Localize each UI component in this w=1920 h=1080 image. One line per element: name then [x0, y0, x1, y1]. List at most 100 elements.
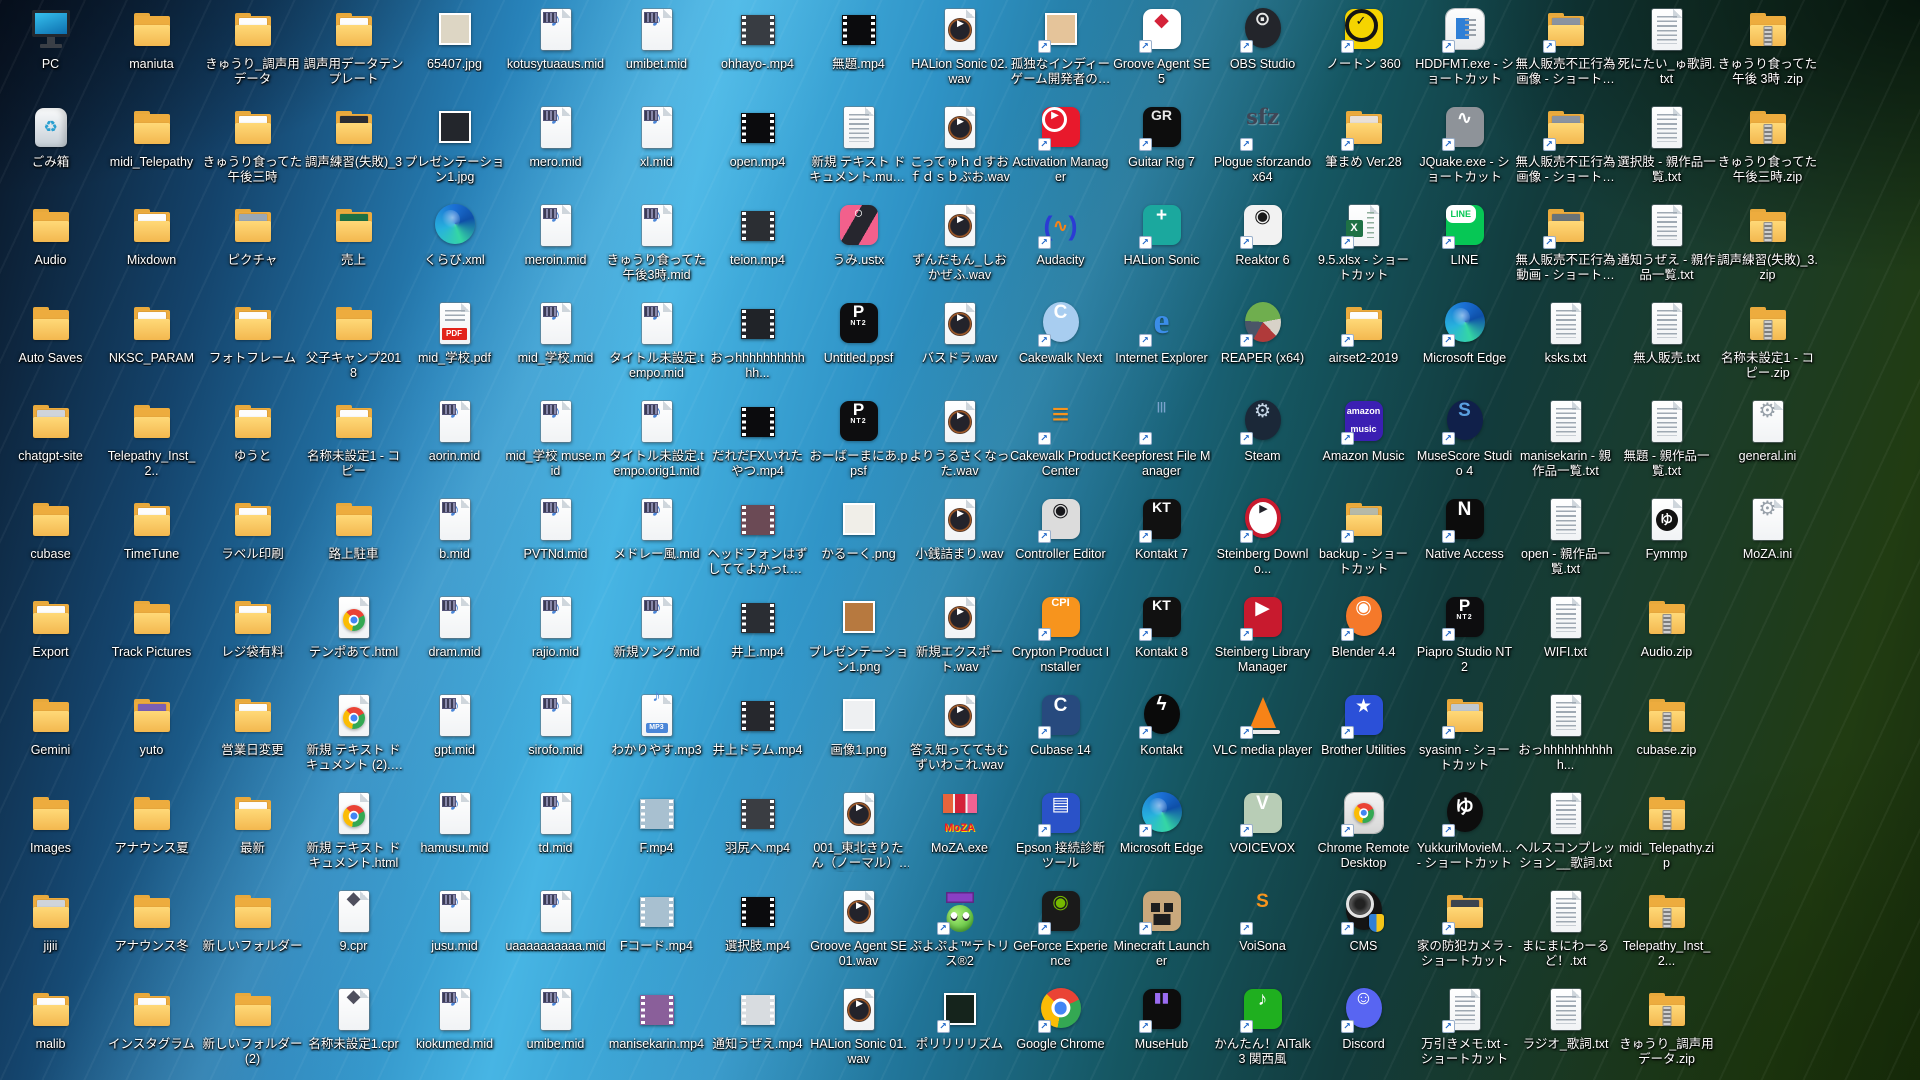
desktop-icon[interactable]: Mixdown: [101, 202, 202, 298]
desktop-icon[interactable]: きゅうり食ってた午後 3時 .zip: [1717, 6, 1818, 102]
desktop-icon[interactable]: ↗CMS: [1313, 888, 1414, 984]
desktop-icon[interactable]: ♪MP3わかりやす.mp3: [606, 692, 707, 788]
desktop-icon[interactable]: 新規 テキスト ドキュメント.html: [303, 790, 404, 886]
desktop-icon[interactable]: アナウンス冬: [101, 888, 202, 984]
desktop-icon[interactable]: プレゼンテーション1.jpg: [404, 104, 505, 200]
desktop-icon[interactable]: ▶ずんだもん_しおかぜふ.wav: [909, 202, 1010, 298]
desktop-icon[interactable]: Telepathy_Inst_2...: [1616, 888, 1717, 984]
desktop-icon[interactable]: GR↗Guitar Rig 7: [1111, 104, 1212, 200]
desktop-icon[interactable]: 営業日変更: [202, 692, 303, 788]
desktop-icon[interactable]: プレゼンテーション1.png: [808, 594, 909, 690]
desktop-icon[interactable]: ♻ごみ箱: [0, 104, 101, 200]
desktop-icon[interactable]: PDFmid_学校.pdf: [404, 300, 505, 396]
desktop-icon[interactable]: 無人販売.txt: [1616, 300, 1717, 396]
desktop-icon[interactable]: ゆ↗YukkuriMovieM... - ショートカット: [1414, 790, 1515, 886]
desktop-icon[interactable]: まにまにわーるど！.txt: [1515, 888, 1616, 984]
desktop-icon[interactable]: おっhhhhhhhhhhhh...: [707, 300, 808, 396]
desktop-icon[interactable]: ▶Groove Agent SE 01.wav: [808, 888, 909, 984]
desktop-icon[interactable]: Audio: [0, 202, 101, 298]
desktop-icon[interactable]: ◆9.cpr: [303, 888, 404, 984]
desktop-icon[interactable]: LINE↗LINE: [1414, 202, 1515, 298]
desktop-icon[interactable]: ♪PVTNd.mid: [505, 496, 606, 592]
desktop-icon[interactable]: N↗Native Access: [1414, 496, 1515, 592]
desktop-icon[interactable]: manisekarin - 親作品一覧.txt: [1515, 398, 1616, 494]
desktop-icon[interactable]: ▮▮↗MuseHub: [1111, 986, 1212, 1080]
desktop-icon[interactable]: CPI↗Crypton Product Installer: [1010, 594, 1111, 690]
desktop-icon[interactable]: ☺↗Discord: [1313, 986, 1414, 1080]
desktop-icon[interactable]: ▶新規エクスポート.wav: [909, 594, 1010, 690]
desktop-icon[interactable]: cubase.zip: [1616, 692, 1717, 788]
desktop-icon[interactable]: Track Pictures: [101, 594, 202, 690]
desktop-icon[interactable]: ▶↗Steinberg Library Manager: [1212, 594, 1313, 690]
desktop-icon[interactable]: Fコード.mp4: [606, 888, 707, 984]
desktop-icon[interactable]: Gemini: [0, 692, 101, 788]
desktop-icon[interactable]: きゅうり_調声用データ: [202, 6, 303, 102]
desktop-icon[interactable]: KT↗Kontakt 7: [1111, 496, 1212, 592]
desktop-icon[interactable]: NKSC_PARAM: [101, 300, 202, 396]
desktop-icon[interactable]: きゅうり食ってた午後三時.zip: [1717, 104, 1818, 200]
desktop-icon[interactable]: e↗Internet Explorer: [1111, 300, 1212, 396]
desktop-icon[interactable]: cubase: [0, 496, 101, 592]
desktop-icon[interactable]: ♪aorin.mid: [404, 398, 505, 494]
desktop-icon[interactable]: amazonmusic↗Amazon Music: [1313, 398, 1414, 494]
desktop-icon[interactable]: ヘッドフォンはずしててよかっt.mp4: [707, 496, 808, 592]
desktop-icon[interactable]: ↗無人販売不正行為 動画 - ショートカット: [1515, 202, 1616, 298]
desktop-icon[interactable]: ▶↗Activation Manager: [1010, 104, 1111, 200]
desktop-icon[interactable]: ♪きゅうり食ってた午後3時.mid: [606, 202, 707, 298]
desktop-icon[interactable]: 新しいフォルダー: [202, 888, 303, 984]
desktop-icon[interactable]: ラベル印刷: [202, 496, 303, 592]
desktop-icon[interactable]: 画像1.png: [808, 692, 909, 788]
desktop-icon[interactable]: ♪umibe.mid: [505, 986, 606, 1080]
desktop-icon[interactable]: ↗HDDFMT.exe - ショートカット: [1414, 6, 1515, 102]
desktop-icon[interactable]: open - 親作品一覧.txt: [1515, 496, 1616, 592]
desktop-icon[interactable]: ⚙↗Steam: [1212, 398, 1313, 494]
desktop-icon[interactable]: midi_Telepathy.zip: [1616, 790, 1717, 886]
desktop-icon[interactable]: ↗Microsoft Edge: [1414, 300, 1515, 396]
desktop-icon[interactable]: 新しいフォルダー (2): [202, 986, 303, 1080]
desktop-icon[interactable]: ↗家の防犯カメラ - ショートカット: [1414, 888, 1515, 984]
desktop-icon[interactable]: TimeTune: [101, 496, 202, 592]
desktop-icon[interactable]: 調声用データテンプレート: [303, 6, 404, 102]
desktop-icon[interactable]: S↗VoiSona: [1212, 888, 1313, 984]
desktop-icon[interactable]: インスタグラム: [101, 986, 202, 1080]
desktop-icon[interactable]: ▶001_東北きりたん（ノーマル）_今じゃ...: [808, 790, 909, 886]
desktop-icon[interactable]: だれだFXいれたやつ.mp4: [707, 398, 808, 494]
desktop-icon[interactable]: +↗HALion Sonic: [1111, 202, 1212, 298]
desktop-icon[interactable]: 調声練習(失敗)_3.zip: [1717, 202, 1818, 298]
desktop-icon[interactable]: ◉↗Controller Editor: [1010, 496, 1111, 592]
desktop-icon[interactable]: ▤↗Epson 接続診断ツール: [1010, 790, 1111, 886]
desktop-icon[interactable]: ⚙general.ini: [1717, 398, 1818, 494]
desktop-icon[interactable]: ↗ぷよぷよ™テトリス®2: [909, 888, 1010, 984]
desktop-icon[interactable]: Auto Saves: [0, 300, 101, 396]
desktop-icon[interactable]: ▶HALion Sonic 01.wav: [808, 986, 909, 1080]
desktop-icon[interactable]: ★↗Brother Utilities: [1313, 692, 1414, 788]
desktop-icon[interactable]: ヘルスコンプレッション__歌詞.txt: [1515, 790, 1616, 886]
desktop-icon[interactable]: ohhayo-.mp4: [707, 6, 808, 102]
desktop-icon[interactable]: ↗無人販売不正行為 画像 - ショートカッ...: [1515, 6, 1616, 102]
desktop-icon[interactable]: ゆFymmp: [1616, 496, 1717, 592]
desktop-icon[interactable]: maniuta: [101, 6, 202, 102]
desktop-icon[interactable]: yuto: [101, 692, 202, 788]
desktop-icon[interactable]: 新規 テキスト ドキュメント (2).html: [303, 692, 404, 788]
desktop-icon[interactable]: 井上.mp4: [707, 594, 808, 690]
desktop-icon[interactable]: ↗Minecraft Launcher: [1111, 888, 1212, 984]
desktop-icon[interactable]: ↗backup - ショートカット: [1313, 496, 1414, 592]
desktop-icon[interactable]: ◆↗Groove Agent SE 5: [1111, 6, 1212, 102]
desktop-icon[interactable]: |||↗Keepforest File Manager: [1111, 398, 1212, 494]
desktop-icon[interactable]: Audio.zip: [1616, 594, 1717, 690]
desktop-icon[interactable]: ▶小銭詰まり.wav: [909, 496, 1010, 592]
desktop-icon[interactable]: 通知うぜえ - 親作品一覧.txt: [1616, 202, 1717, 298]
desktop-icon[interactable]: ▶バスドラ.wav: [909, 300, 1010, 396]
desktop-icon[interactable]: テンポあて.html: [303, 594, 404, 690]
desktop-icon[interactable]: V↗VOICEVOX: [1212, 790, 1313, 886]
desktop-icon[interactable]: Images: [0, 790, 101, 886]
desktop-icon[interactable]: ϟ↗Kontakt: [1111, 692, 1212, 788]
desktop-icon[interactable]: F.mp4: [606, 790, 707, 886]
desktop-icon[interactable]: ♪jusu.mid: [404, 888, 505, 984]
desktop-icon[interactable]: ◉↗Reaktor 6: [1212, 202, 1313, 298]
desktop-icon[interactable]: ♪mero.mid: [505, 104, 606, 200]
desktop-icon[interactable]: 新規 テキスト ドキュメント.musicxml: [808, 104, 909, 200]
desktop-icon[interactable]: ⊙↗OBS Studio: [1212, 6, 1313, 102]
desktop-icon[interactable]: ↗孤独なインディーゲーム開発者の一生 ...: [1010, 6, 1111, 102]
desktop-icon[interactable]: ↗Microsoft Edge: [1111, 790, 1212, 886]
